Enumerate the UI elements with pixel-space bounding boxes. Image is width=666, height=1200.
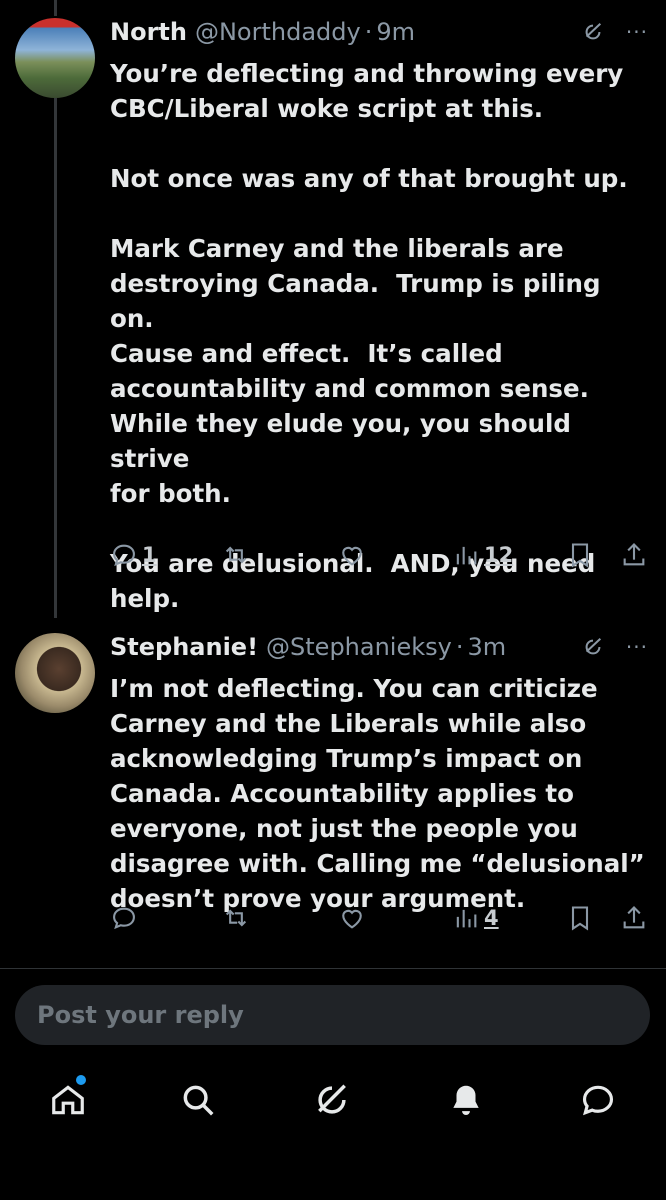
avatar[interactable] xyxy=(15,18,95,98)
share-icon xyxy=(623,906,645,929)
bookmark-button[interactable] xyxy=(566,904,594,932)
post-header: Stephanie! @Stephanieksy · 3m ··· xyxy=(110,625,648,669)
grok-icon[interactable] xyxy=(582,21,604,43)
grok-icon[interactable] xyxy=(582,636,604,658)
views-button[interactable]: 4 xyxy=(452,904,499,932)
post-text: I’m not deflecting. You can criticize Ca… xyxy=(110,674,645,913)
repost-button[interactable] xyxy=(222,904,250,932)
more-icon[interactable]: ··· xyxy=(626,635,648,659)
separator-dot: · xyxy=(364,18,373,46)
heart-icon xyxy=(342,909,362,929)
heart-icon xyxy=(342,546,362,566)
repost-button[interactable] xyxy=(222,541,250,569)
thread-line xyxy=(54,98,57,618)
share-button[interactable] xyxy=(620,541,648,569)
share-icon xyxy=(623,543,645,566)
reply-count: 1 xyxy=(142,543,157,567)
reply-icon xyxy=(113,544,135,567)
home-icon xyxy=(52,1085,84,1115)
post-time[interactable]: 3m xyxy=(467,633,506,661)
tab-home[interactable] xyxy=(38,1070,98,1130)
tab-grok[interactable] xyxy=(302,1070,362,1130)
bookmark-icon xyxy=(571,543,589,568)
views-icon xyxy=(456,546,477,565)
bookmark-icon xyxy=(571,906,589,931)
author-name[interactable]: Stephanie! xyxy=(110,633,258,661)
post-time[interactable]: 9m xyxy=(376,18,415,46)
divider xyxy=(0,968,666,969)
repost-icon xyxy=(225,546,247,564)
tab-search[interactable] xyxy=(168,1070,228,1130)
author-handle[interactable]: @Northdaddy xyxy=(195,18,361,46)
grok-icon xyxy=(318,1084,346,1114)
avatar[interactable] xyxy=(15,633,95,713)
messages-icon xyxy=(582,1085,614,1116)
search-icon xyxy=(183,1085,214,1116)
reply-input[interactable] xyxy=(15,1000,650,1030)
thread-line-top xyxy=(54,0,57,16)
bottom-tab-bar xyxy=(0,1070,666,1130)
reply-button[interactable]: 1 xyxy=(110,541,157,569)
views-icon xyxy=(456,909,477,928)
views-count: 4 xyxy=(484,906,499,930)
post-text: You’re deflecting and throwing every CBC… xyxy=(110,59,628,613)
author-name[interactable]: North xyxy=(110,18,187,46)
reply-icon xyxy=(113,907,135,930)
share-button[interactable] xyxy=(620,904,648,932)
repost-icon xyxy=(225,909,247,927)
tab-messages[interactable] xyxy=(568,1070,628,1130)
more-icon[interactable]: ··· xyxy=(626,20,648,44)
reply-button[interactable] xyxy=(110,904,142,932)
unread-dot xyxy=(76,1075,86,1085)
like-button[interactable] xyxy=(338,904,366,932)
like-button[interactable] xyxy=(338,541,366,569)
notifications-icon xyxy=(453,1085,479,1116)
tab-notifications[interactable] xyxy=(436,1070,496,1130)
post-header: North @Northdaddy · 9m ··· xyxy=(110,10,648,54)
author-handle[interactable]: @Stephanieksy xyxy=(266,633,452,661)
separator-dot: · xyxy=(455,633,464,661)
views-button[interactable]: 12 xyxy=(452,541,513,569)
bookmark-button[interactable] xyxy=(566,541,594,569)
reply-composer[interactable] xyxy=(15,985,650,1045)
views-count: 12 xyxy=(484,543,514,567)
